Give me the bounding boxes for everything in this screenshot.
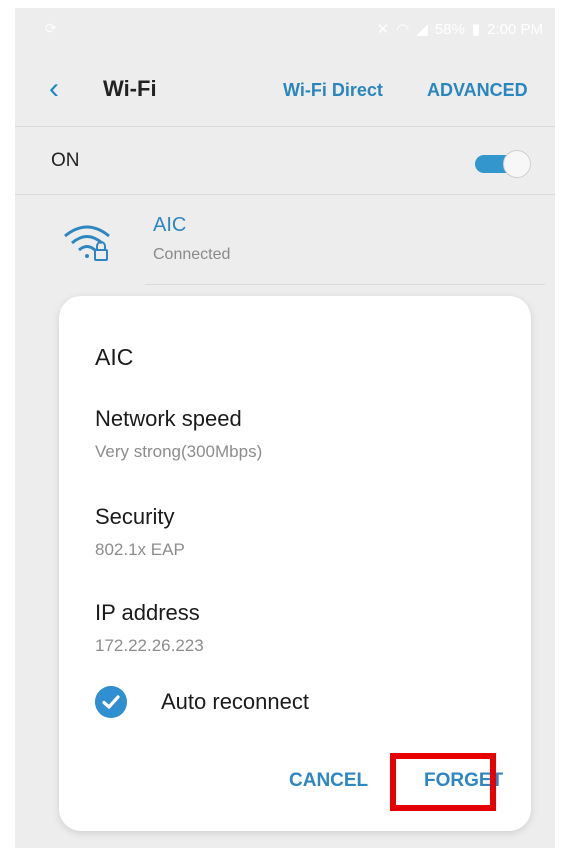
wifi-direct-button[interactable]: Wi-Fi Direct — [283, 80, 383, 101]
status-bar: ⟳ ✕ ◠ ◢ 58% ▮ 2:00 PM — [15, 8, 555, 52]
sync-icon: ⟳ — [45, 20, 57, 36]
status-time: 2:00 PM — [487, 20, 543, 38]
network-speed-value: Very strong(300Mbps) — [95, 442, 263, 461]
settings-screen: ⟳ ✕ ◠ ◢ 58% ▮ 2:00 PM ‹ Wi-Fi Wi-Fi Dire… — [15, 8, 555, 848]
wifi-toggle-switch[interactable] — [475, 150, 533, 178]
status-icons: ✕ ◠ ◢ 58% ▮ 2:00 PM — [376, 20, 543, 39]
network-status: Connected — [153, 246, 231, 263]
network-name: AIC — [153, 214, 187, 236]
wifi-lock-icon — [64, 225, 110, 261]
security-value: 802.1x EAP — [95, 540, 185, 559]
battery-percent: 58% — [434, 20, 465, 38]
ip-address-label: IP address — [95, 600, 200, 625]
battery-icon: ▮ — [471, 21, 481, 38]
signal-icon: ◢ — [416, 21, 428, 38]
wifi-status-icon: ◠ — [396, 21, 410, 38]
checkbox-checked-icon[interactable] — [95, 686, 127, 718]
cancel-button[interactable]: CANCEL — [289, 770, 368, 792]
auto-reconnect-row[interactable]: Auto reconnect — [95, 686, 495, 720]
dialog-title: AIC — [95, 344, 134, 370]
wifi-toggle-row[interactable]: ON — [15, 126, 555, 194]
back-arrow-icon[interactable]: ‹ — [49, 74, 59, 104]
top-bar: ‹ Wi-Fi Wi-Fi Direct ADVANCED — [15, 52, 555, 126]
wifi-toggle-label: ON — [51, 150, 80, 171]
toggle-knob — [503, 150, 531, 178]
network-speed-label: Network speed — [95, 406, 242, 431]
forget-highlight-box — [390, 753, 496, 811]
security-label: Security — [95, 504, 175, 529]
page-title: Wi-Fi — [103, 76, 157, 101]
mute-icon: ✕ — [376, 21, 390, 38]
divider — [145, 284, 545, 285]
auto-reconnect-label: Auto reconnect — [161, 689, 309, 714]
ip-address-value: 172.22.26.223 — [95, 636, 204, 655]
advanced-button[interactable]: ADVANCED — [427, 80, 528, 101]
network-details-dialog: AIC Network speed Very strong(300Mbps) S… — [59, 296, 531, 831]
network-list-item[interactable]: AIC Connected — [15, 194, 555, 290]
